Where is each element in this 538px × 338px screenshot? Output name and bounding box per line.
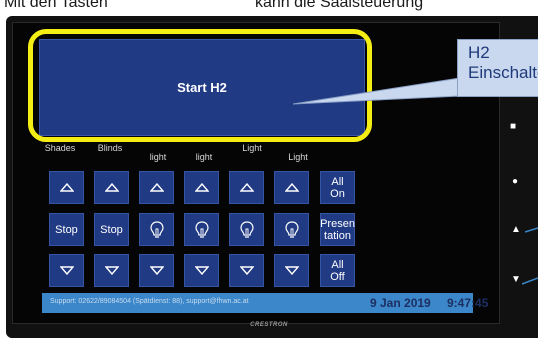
volume-down-icon[interactable]: ▼ [511, 275, 521, 285]
col-label-light-1: light [149, 152, 167, 162]
down-arrow-icon [149, 266, 164, 275]
caption: Mit den Tasten kann die Saalsteuerung [0, 0, 538, 14]
crestron-logo: CRESTRON [250, 322, 288, 328]
shades-up-button[interactable] [49, 171, 84, 204]
col-label-blinds: Blinds [97, 143, 123, 153]
all-off-button[interactable]: All Off [320, 254, 355, 287]
light3-down-button[interactable] [229, 254, 264, 287]
status-bar: Support: 02622/89084504 (Spätdienst: 88)… [42, 293, 488, 313]
up-arrow-icon [149, 183, 164, 192]
blinds-down-button[interactable] [94, 254, 129, 287]
up-arrow-icon [239, 183, 254, 192]
up-arrow-icon [104, 183, 119, 192]
shades-down-button[interactable] [49, 254, 84, 287]
status-time: 9:47:45 [447, 296, 489, 310]
caption-left: Mit den Tasten [4, 0, 108, 11]
blinds-up-button[interactable] [94, 171, 129, 204]
col-label-light-4: Light [288, 152, 308, 162]
light1-down-button[interactable] [139, 254, 174, 287]
callout-box: H2 Einschalten [457, 39, 538, 97]
light3-up-button[interactable] [229, 171, 264, 204]
bulb-icon[interactable]: ● [512, 177, 518, 187]
all-on-button[interactable]: All On [320, 171, 355, 204]
light3-bulb-button[interactable] [229, 213, 264, 246]
lightbulb-icon [194, 220, 209, 238]
lightbulb-icon [239, 220, 254, 238]
col-label-light-3: Light [242, 143, 262, 153]
lightbulb-icon [149, 220, 164, 238]
col-label-light-2: light [195, 152, 213, 162]
up-arrow-icon [59, 183, 74, 192]
down-arrow-icon [104, 266, 119, 275]
shades-stop-button[interactable]: Stop [49, 213, 84, 246]
caption-right: kann die Saalsteuerung [255, 0, 424, 11]
down-arrow-icon [284, 266, 299, 275]
light2-bulb-button[interactable] [184, 213, 219, 246]
down-arrow-icon [59, 266, 74, 275]
up-arrow-icon [284, 183, 299, 192]
down-arrow-icon [239, 266, 254, 275]
light1-bulb-button[interactable] [139, 213, 174, 246]
callout-line1: H2 [468, 43, 490, 62]
down-arrow-icon [194, 266, 209, 275]
light4-down-button[interactable] [274, 254, 309, 287]
home-icon[interactable]: ■ [510, 122, 516, 132]
light1-up-button[interactable] [139, 171, 174, 204]
status-date: 9 Jan 2019 [370, 296, 431, 310]
support-text: Support: 02622/89084504 (Spätdienst: 88)… [50, 298, 249, 305]
callout-line2: Einschalten [468, 63, 538, 82]
light2-down-button[interactable] [184, 254, 219, 287]
blinds-stop-button[interactable]: Stop [94, 213, 129, 246]
presentation-button[interactable]: Presen tation [320, 213, 355, 246]
lightbulb-icon [284, 220, 299, 238]
light4-bulb-button[interactable] [274, 213, 309, 246]
yellow-highlight-frame [28, 29, 372, 142]
up-arrow-icon [194, 183, 209, 192]
light4-up-button[interactable] [274, 171, 309, 204]
volume-up-icon[interactable]: ▲ [511, 225, 521, 235]
col-label-shades: Shades [44, 143, 76, 153]
light2-up-button[interactable] [184, 171, 219, 204]
